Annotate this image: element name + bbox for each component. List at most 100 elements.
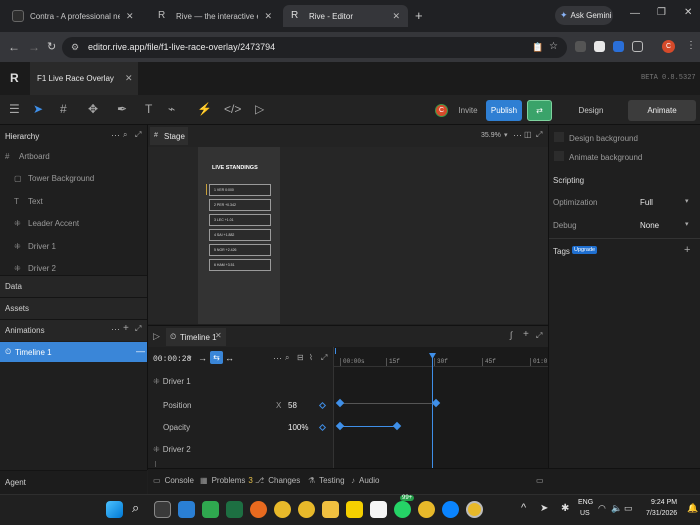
chrome-icon[interactable] — [274, 501, 291, 518]
invite-button[interactable]: Invite — [453, 101, 483, 120]
extension-icon[interactable] — [575, 41, 586, 52]
browser-tab-rive-site[interactable]: R Rive — the interactive experien ✕ — [150, 5, 280, 27]
split-view-icon[interactable]: ◫ — [524, 130, 532, 139]
close-window-button[interactable]: ✕ — [684, 7, 692, 18]
reload-icon[interactable]: ↻ — [47, 40, 56, 53]
standing-row[interactable]: 6 HAM +3.51 — [209, 259, 271, 271]
assets-section[interactable]: Assets — [0, 297, 147, 319]
extension-blue-icon[interactable] — [613, 41, 624, 52]
expand-icon[interactable]: ⤢ — [135, 130, 141, 140]
browser-tab-rive-editor[interactable]: R Rive - Editor ✕ — [283, 5, 408, 27]
timeline-row-driver-1[interactable]: ⁜ Driver 1 — [153, 377, 191, 386]
location-icon[interactable]: ➤ — [540, 503, 548, 514]
search-icon[interactable]: ⌕ — [285, 353, 289, 363]
mode-design-tab[interactable]: Design — [558, 100, 624, 121]
clipboard-icon[interactable]: 📋 — [532, 42, 543, 53]
timeline-row-position[interactable]: Position — [163, 401, 191, 410]
close-icon[interactable]: ✕ — [264, 11, 272, 22]
volume-icon[interactable]: 🔈 — [611, 503, 622, 514]
standing-row[interactable]: 2 PER +0.342 — [209, 199, 271, 211]
browser-tab-contra[interactable]: Contra - A professional netwo ✕ — [4, 5, 144, 27]
bookmark-star-icon[interactable]: ☆ — [549, 41, 558, 52]
close-icon[interactable]: ✕ — [126, 11, 134, 22]
close-icon[interactable]: ✕ — [392, 11, 400, 22]
forward-icon[interactable]: → — [28, 40, 40, 54]
windows-start-icon[interactable] — [106, 501, 123, 518]
hierarchy-item-leader-accent[interactable]: ⁜ Leader Accent — [14, 219, 79, 228]
new-tab-button[interactable]: + — [415, 8, 423, 23]
site-info-icon[interactable]: ⚙ — [71, 42, 79, 53]
more-icon[interactable]: ⋯ — [111, 324, 120, 335]
omnibox[interactable]: ⚙ editor.rive.app/file/f1-live-race-over… — [62, 37, 567, 58]
loop-toggle-icon[interactable]: ⇆ — [210, 351, 223, 364]
debug-select[interactable]: None — [640, 221, 659, 230]
menu-icon[interactable]: ☰ — [9, 102, 20, 116]
publish-button[interactable]: Publish — [486, 100, 522, 121]
battery-icon[interactable]: ▭ — [624, 503, 633, 514]
stage-tab[interactable]: # Stage — [150, 127, 188, 145]
add-icon[interactable]: + — [123, 323, 129, 334]
swap-icon[interactable]: ⇄ — [527, 100, 552, 121]
hierarchy-item-driver-1[interactable]: ⁜ Driver 1 — [14, 242, 56, 251]
expand-icon[interactable]: ⤢ — [536, 130, 542, 140]
agent-section[interactable]: Agent — [0, 470, 147, 494]
url-text[interactable]: editor.rive.app/file/f1-live-race-overla… — [88, 42, 275, 52]
language-top[interactable]: ENG — [578, 499, 593, 506]
clock-date[interactable]: 7/31/2026 — [646, 510, 677, 517]
task-view-icon[interactable] — [154, 501, 171, 518]
audio-tab[interactable]: ♪ Audio — [351, 476, 379, 485]
wifi-icon[interactable]: ◠ — [598, 503, 606, 514]
more-icon[interactable]: ⋯ — [513, 130, 522, 141]
frame-tool-icon[interactable]: # — [60, 102, 67, 116]
chevron-down-icon[interactable]: ▾ — [685, 220, 689, 228]
snapchat-icon[interactable] — [346, 501, 363, 518]
curve-icon[interactable]: ∫ — [510, 330, 512, 340]
play-tool-icon[interactable]: ▷ — [255, 102, 264, 116]
bone-tool-icon[interactable]: ⌁ — [168, 102, 175, 116]
panel-toggle-icon[interactable]: ▭ — [536, 476, 544, 485]
design-background-swatch[interactable] — [554, 132, 564, 142]
select-tool-icon[interactable]: ➤ — [33, 102, 43, 116]
zoom-level[interactable]: 35.9% — [481, 132, 501, 139]
close-icon[interactable]: ✕ — [125, 73, 133, 84]
qt-icon[interactable] — [202, 501, 219, 518]
firefox-icon[interactable] — [250, 501, 267, 518]
more-icon[interactable]: ⋯ — [111, 130, 120, 141]
more-icon[interactable]: ⋯ — [273, 353, 282, 364]
file-tab[interactable]: F1 Live Race Overlay ✕ — [30, 62, 138, 95]
close-icon[interactable]: ✕ — [215, 331, 222, 340]
ask-gemini-button[interactable]: ✦ Ask Gemini — [555, 6, 613, 25]
expand-icon[interactable]: ⤢ — [135, 324, 141, 334]
position-value[interactable]: 58 — [288, 401, 297, 410]
whatsapp-icon[interactable] — [394, 501, 411, 518]
maximize-button[interactable]: ❐ — [657, 7, 666, 18]
add-tag-icon[interactable]: + — [684, 244, 690, 256]
minimize-button[interactable]: — — [630, 8, 640, 19]
transform-tool-icon[interactable]: ✥ — [88, 102, 98, 116]
pen-tool-icon[interactable]: ✒ — [117, 102, 127, 116]
animate-background-swatch[interactable] — [554, 151, 564, 161]
timecode[interactable]: 00:00:28 — [153, 355, 191, 364]
profile-avatar[interactable]: C — [662, 40, 675, 53]
problems-tab[interactable]: ▦ Problems 3 — [200, 476, 253, 485]
chevron-down-icon[interactable]: ▾ — [504, 131, 508, 139]
go-to-end-icon[interactable]: → — [198, 353, 207, 363]
collapse-icon[interactable]: — — [136, 346, 145, 356]
filter-icon[interactable]: ⊟ — [297, 353, 304, 362]
excel-icon[interactable] — [226, 501, 243, 518]
work-area-start[interactable] — [335, 348, 336, 354]
graph-icon[interactable]: ⌇ — [309, 353, 313, 362]
search-icon[interactable]: ⌕ — [132, 500, 139, 516]
changes-tab[interactable]: ⎇ Changes — [255, 476, 300, 485]
vscode-icon[interactable] — [178, 501, 195, 518]
optimization-select[interactable]: Full — [640, 198, 653, 207]
data-section[interactable]: Data — [0, 275, 147, 297]
animation-item-timeline-1[interactable]: ⏲ Timeline 1 — — [0, 342, 147, 362]
standing-row[interactable]: 1 VER 0:000 — [209, 184, 271, 196]
play-icon[interactable]: ▷ — [153, 331, 160, 342]
console-tab[interactable]: ▭ Console — [153, 476, 194, 485]
chevron-down-icon[interactable]: ▾ — [685, 197, 689, 205]
file-explorer-icon[interactable] — [322, 501, 339, 518]
bluetooth-icon[interactable]: ✱ — [561, 503, 569, 514]
hierarchy-item-driver-2[interactable]: ⁜ Driver 2 — [14, 264, 56, 273]
